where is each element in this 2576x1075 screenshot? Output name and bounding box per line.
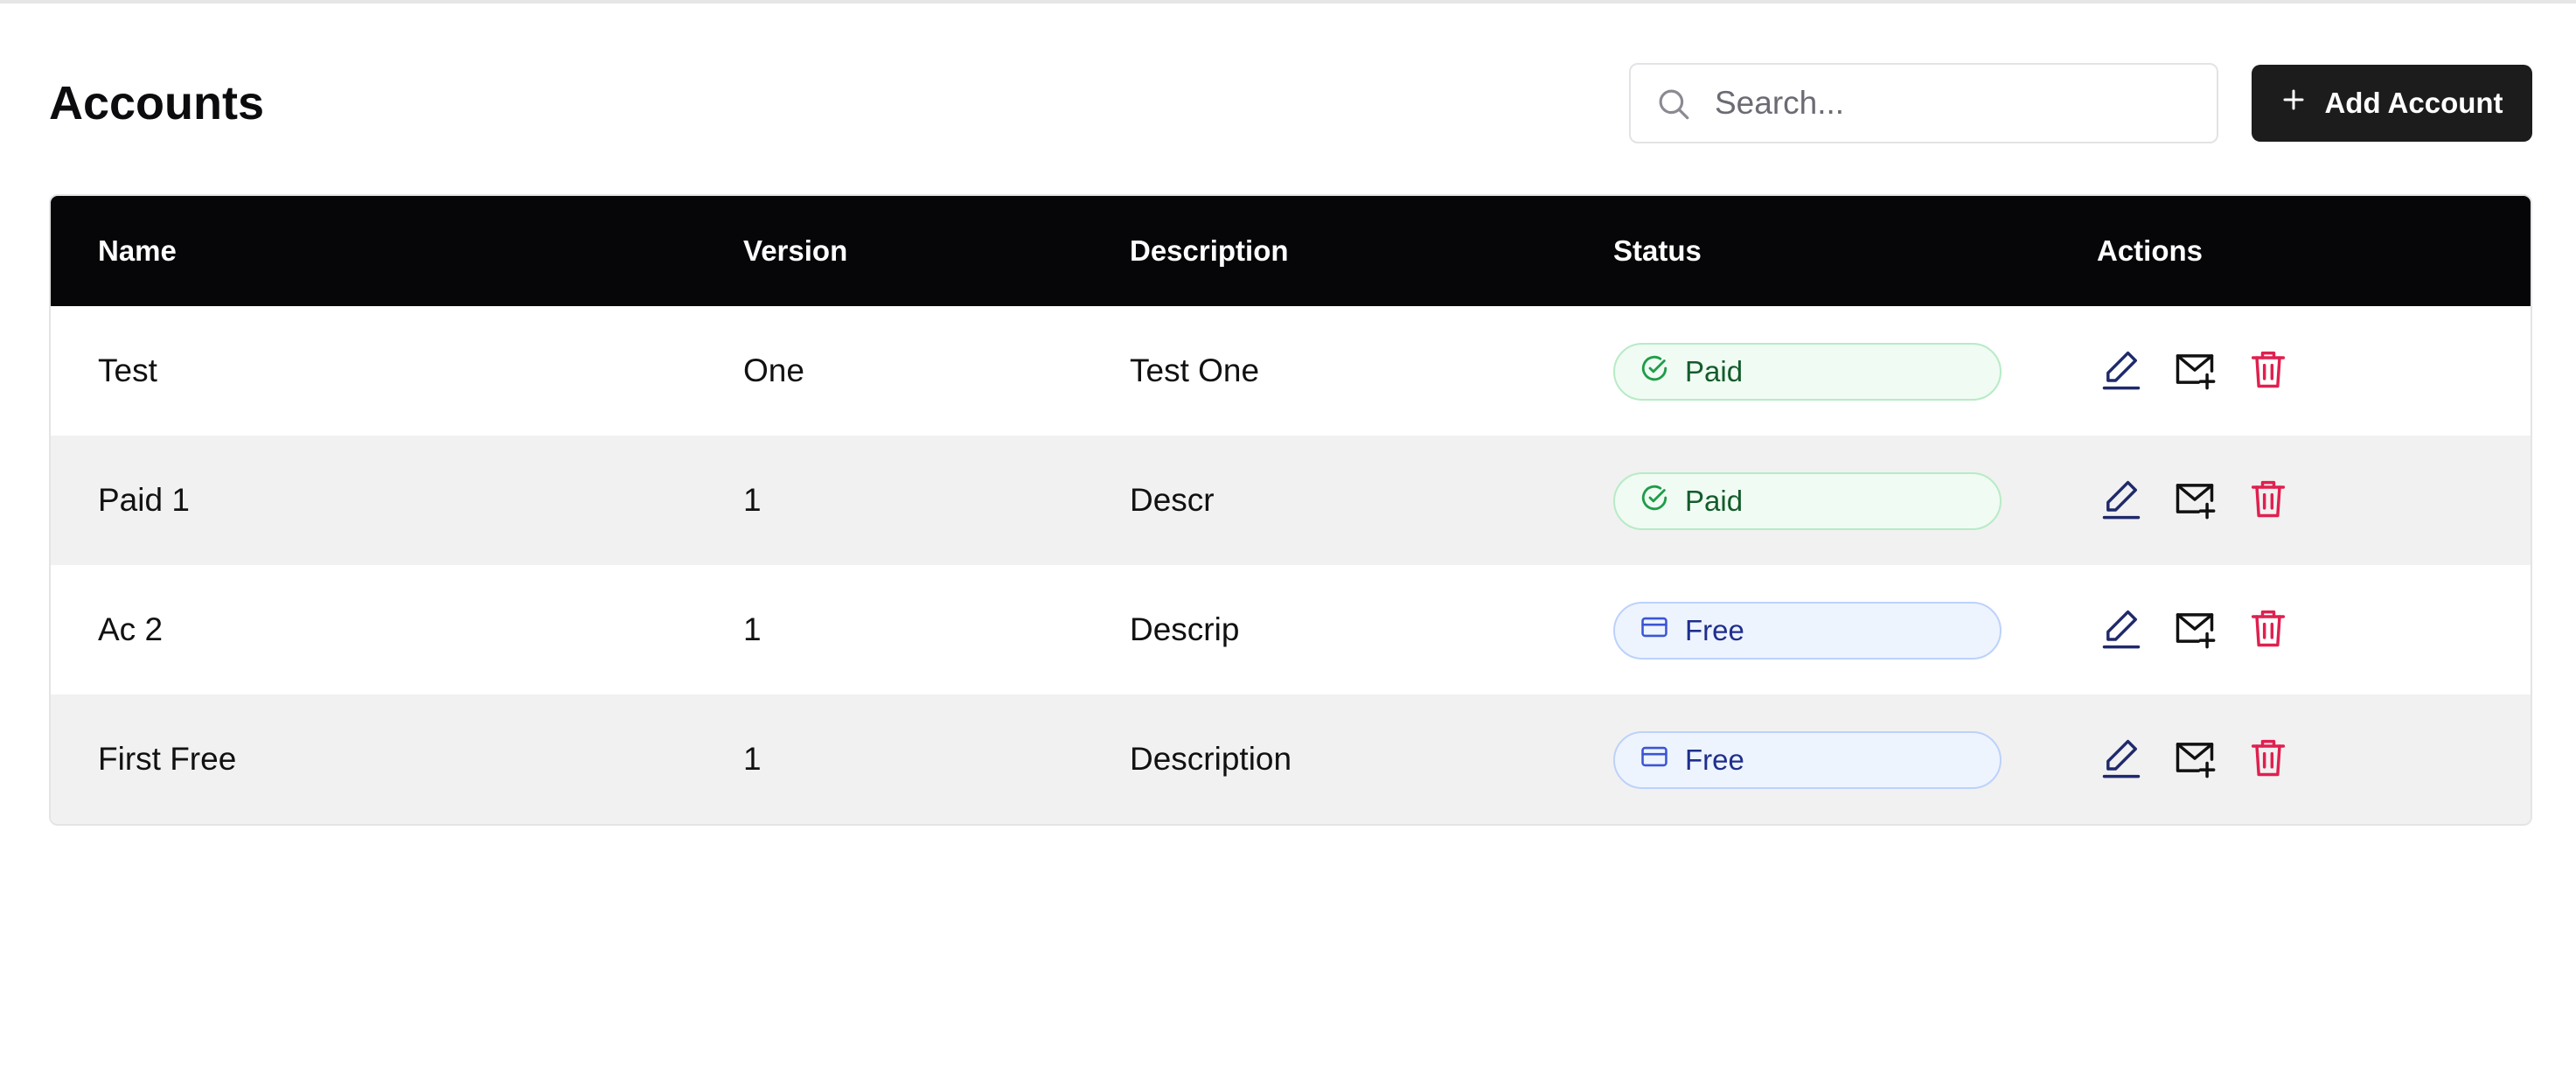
search-icon	[1655, 86, 1692, 122]
cell-description: Descr	[1130, 482, 1215, 518]
mail-plus-icon[interactable]	[2170, 604, 2219, 653]
mail-plus-icon[interactable]	[2170, 345, 2219, 394]
trash-icon[interactable]	[2244, 733, 2293, 782]
status-label: Paid	[1685, 485, 1744, 517]
trash-icon[interactable]	[2244, 604, 2293, 653]
status-badge: Paid	[1613, 472, 2002, 530]
credit-card-icon	[1640, 742, 1669, 778]
column-header-name[interactable]: Name	[98, 196, 177, 306]
table-row: Ac 2 1 Descrip Free	[51, 565, 2531, 695]
cell-description: Description	[1130, 741, 1292, 777]
trash-icon[interactable]	[2244, 474, 2293, 523]
table-header: Name Version Description Status Actions	[51, 196, 2531, 306]
cell-version: 1	[743, 482, 762, 518]
row-actions	[2097, 729, 2293, 785]
table-row: Test One Test One Paid	[51, 306, 2531, 436]
trash-icon[interactable]	[2244, 345, 2293, 394]
page-header: Accounts Add Account	[49, 63, 2532, 147]
check-circle-icon	[1640, 483, 1669, 520]
cell-version: One	[743, 353, 804, 388]
add-account-label: Add Account	[2324, 87, 2503, 119]
table-row: Paid 1 1 Descr Paid	[51, 436, 2531, 565]
edit-icon[interactable]	[2097, 733, 2146, 782]
status-badge: Paid	[1613, 343, 2002, 401]
row-actions	[2097, 600, 2293, 656]
cell-name: First Free	[98, 741, 237, 777]
cell-name: Ac 2	[98, 611, 164, 647]
cell-description: Test One	[1130, 353, 1260, 388]
plus-icon	[2280, 87, 2307, 120]
mail-plus-icon[interactable]	[2170, 474, 2219, 523]
column-header-status[interactable]: Status	[1613, 196, 1702, 306]
cell-name: Test	[98, 353, 157, 388]
status-badge: Free	[1613, 602, 2002, 660]
status-label: Free	[1685, 743, 1744, 776]
edit-icon[interactable]	[2097, 474, 2146, 523]
row-actions	[2097, 471, 2293, 527]
credit-card-icon	[1640, 612, 1669, 649]
search-box[interactable]	[1629, 63, 2218, 143]
check-circle-icon	[1640, 353, 1669, 390]
status-label: Free	[1685, 614, 1744, 646]
mail-plus-icon[interactable]	[2170, 733, 2219, 782]
cell-version: 1	[743, 741, 762, 777]
column-header-description[interactable]: Description	[1130, 196, 1289, 306]
accounts-table: Name Version Description Status Actions …	[49, 194, 2532, 826]
cell-description: Descrip	[1130, 611, 1240, 647]
row-actions	[2097, 341, 2293, 397]
column-header-actions: Actions	[2097, 234, 2204, 267]
edit-icon[interactable]	[2097, 345, 2146, 394]
edit-icon[interactable]	[2097, 604, 2146, 653]
table-row: First Free 1 Description Free	[51, 695, 2531, 824]
top-divider	[0, 0, 2576, 3]
cell-version: 1	[743, 611, 762, 647]
cell-name: Paid 1	[98, 482, 190, 518]
search-input[interactable]	[1715, 65, 2204, 142]
column-header-version[interactable]: Version	[743, 196, 847, 306]
page-title: Accounts	[49, 77, 265, 129]
status-label: Paid	[1685, 355, 1744, 387]
add-account-button[interactable]: Add Account	[2252, 65, 2532, 142]
status-badge: Free	[1613, 731, 2002, 789]
